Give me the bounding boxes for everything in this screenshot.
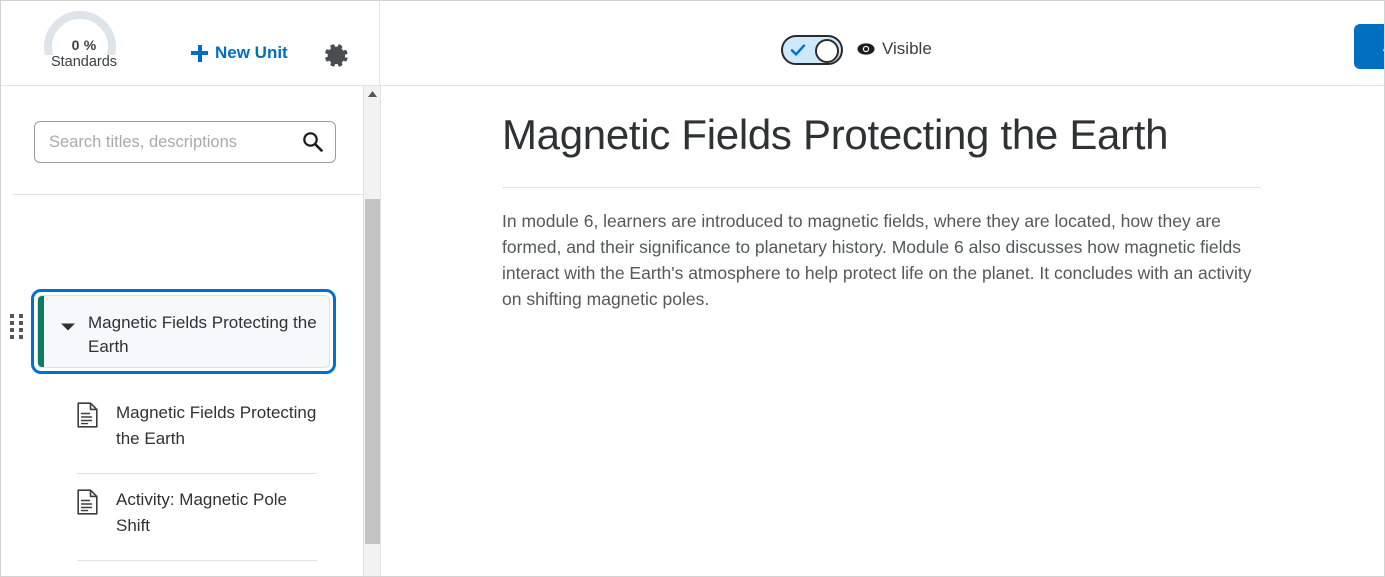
- search-icon[interactable]: [302, 131, 323, 152]
- toolbar-left-section: 0 % Standards New Unit: [1, 1, 379, 86]
- list-item[interactable]: Magnetic Fields Protecting the Earth: [77, 387, 317, 474]
- search-field-wrapper: [34, 121, 336, 163]
- sidebar-divider: [13, 194, 363, 195]
- content-divider: [502, 187, 1261, 188]
- settings-button[interactable]: [323, 42, 351, 70]
- list-item[interactable]: Activity: Magnetic Pole Shift: [77, 474, 317, 561]
- unit-title: Magnetic Fields Protecting the Earth: [88, 313, 317, 356]
- gear-icon: [325, 44, 348, 67]
- toggle-knob: [815, 39, 839, 63]
- plus-icon: [191, 44, 208, 62]
- unit-card-inner: Magnetic Fields Protecting the Earth: [37, 295, 330, 368]
- document-icon: [77, 402, 98, 428]
- scroll-up-arrow-icon[interactable]: [367, 90, 378, 98]
- unit-sidebar: Magnetic Fields Protecting the Earth Mag…: [1, 86, 379, 576]
- course-builder-window: 0 % Standards New Unit Visible Search ti…: [0, 0, 1385, 577]
- new-unit-label: New Unit: [215, 43, 288, 62]
- new-unit-button[interactable]: New Unit: [191, 43, 288, 63]
- list-item-label: Activity: Magnetic Pole Shift: [116, 490, 288, 535]
- caret-down-icon[interactable]: [60, 322, 76, 332]
- toolbar-right-section: Visible Add Existing Create New: [379, 1, 1384, 86]
- document-icon: [77, 489, 98, 515]
- main-content: Magnetic Fields Protecting the Earth In …: [380, 86, 1384, 576]
- unit-children-list: Magnetic Fields Protecting the Earth Act…: [77, 387, 317, 576]
- visibility-toggle[interactable]: [781, 35, 843, 65]
- check-icon: [790, 44, 806, 56]
- add-existing-button[interactable]: Add Existing: [1354, 24, 1384, 69]
- unit-accent-bar: [38, 296, 44, 367]
- sidebar-scrollbar[interactable]: [363, 86, 380, 576]
- eye-icon: [857, 43, 875, 55]
- unit-description: In module 6, learners are introduced to …: [502, 211, 1252, 309]
- scrollbar-thumb[interactable]: [365, 199, 380, 544]
- standards-percent: 0 %: [71, 37, 97, 53]
- list-item-label: Magnetic Fields Protecting the Earth: [116, 403, 317, 448]
- page-title: Magnetic Fields Protecting the Earth: [502, 111, 1169, 158]
- top-toolbar: 0 % Standards New Unit Visible: [1, 1, 1384, 86]
- list-item[interactable]: Activity Shifting Magnetic Poles: [77, 561, 317, 576]
- drag-handle-icon[interactable]: [10, 314, 24, 339]
- unit-card-selected[interactable]: Magnetic Fields Protecting the Earth: [31, 289, 336, 374]
- visibility-label: Visible: [882, 39, 932, 58]
- search-input[interactable]: [34, 121, 336, 163]
- standards-gauge: 0 % Standards: [44, 11, 124, 70]
- standards-label: Standards: [50, 54, 118, 70]
